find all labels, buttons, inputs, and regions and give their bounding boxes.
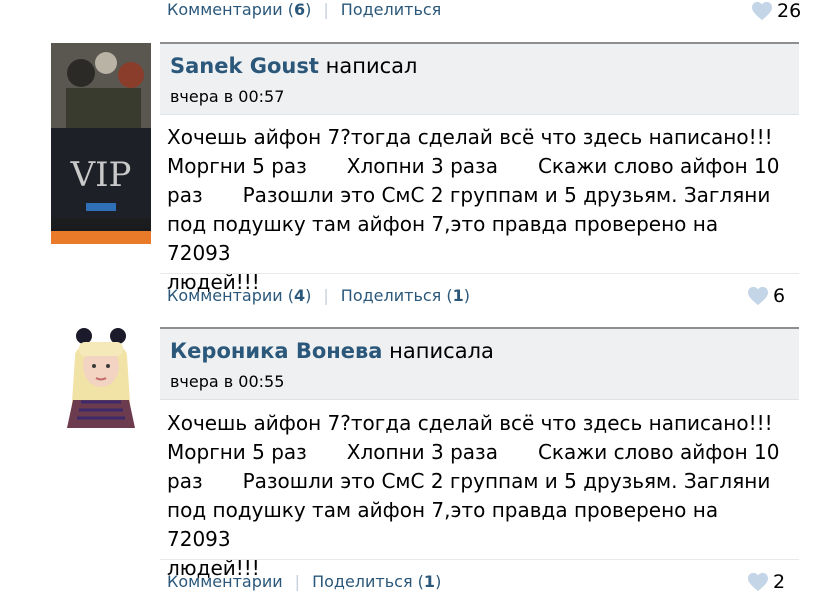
- post-date[interactable]: вчера в 00:55: [170, 372, 284, 391]
- avatar[interactable]: VIP: [51, 43, 151, 244]
- post-actions: Комментарии | Поделиться (1): [167, 572, 441, 591]
- like-count: 2: [773, 571, 786, 593]
- author-verb: написал: [325, 54, 418, 78]
- like-button[interactable]: 6: [747, 284, 785, 308]
- avatar-text: VIP: [70, 155, 132, 195]
- comments-count: 6: [294, 0, 306, 19]
- like-count: 6: [773, 285, 786, 307]
- text-line: Хочешь айфон 7?тогда сделай всё что здес…: [167, 125, 773, 149]
- text-line: Моргни 5 раз Хлопни 3 раза Скажи слово айф…: [167, 154, 780, 178]
- heart-icon: [748, 572, 768, 592]
- separator: |: [323, 286, 329, 305]
- share-count: 1: [423, 572, 436, 591]
- comments-label: Комментарии: [167, 0, 283, 19]
- post-actions-top: Комментарии (6) | Поделиться: [167, 0, 441, 19]
- like-button[interactable]: 26: [751, 0, 801, 23]
- author-name[interactable]: Sanek Goust: [170, 54, 319, 78]
- post-header: Sanek Goust написал вчера в 00:57: [160, 44, 799, 115]
- text-line: под подушку там айфон 7,это правда прове…: [167, 498, 719, 551]
- avatar[interactable]: [51, 328, 151, 428]
- author-line: Кероника Вонева написала: [170, 339, 494, 363]
- avatar-image: VIP: [51, 43, 151, 244]
- text-line: Хочешь айфон 7?тогда сделай всё что здес…: [167, 411, 773, 435]
- post-text: Хочешь айфон 7?тогда сделай всё что здес…: [167, 123, 787, 297]
- separator: |: [323, 0, 329, 19]
- author-line: Sanek Goust написал: [170, 54, 417, 78]
- post-text: Хочешь айфон 7?тогда сделай всё что здес…: [167, 409, 787, 583]
- text-line: раз Разошли это СмС 2 группам и 5 друзьям…: [167, 469, 771, 493]
- post-footer-line: [160, 273, 799, 274]
- post-footer-line: [160, 559, 799, 560]
- comments-label: Комментарии: [167, 286, 283, 305]
- comments-count: 4: [294, 286, 306, 305]
- text-line: раз Разошли это СмС 2 группам и 5 друзьям…: [167, 183, 771, 207]
- share-count: 1: [452, 286, 464, 305]
- heart-icon: [748, 286, 768, 306]
- comments-link[interactable]: Комментарии: [167, 572, 283, 591]
- heart-icon: [752, 1, 772, 21]
- separator: |: [294, 572, 301, 591]
- author-name[interactable]: Кероника Вонева: [170, 339, 382, 363]
- comments-link[interactable]: Комментарии (4): [167, 286, 311, 305]
- share-label: Поделиться: [340, 286, 442, 305]
- comments-link[interactable]: Комментарии (6): [167, 0, 311, 19]
- like-count: 26: [777, 0, 802, 22]
- post-date[interactable]: вчера в 00:57: [170, 87, 284, 106]
- post-header: Кероника Вонева написала вчера в 00:55: [160, 329, 799, 400]
- text-line: Моргни 5 раз Хлопни 3 раза Скажи слово айф…: [167, 440, 780, 464]
- post-actions: Комментарии (4) | Поделиться (1): [167, 286, 470, 305]
- like-button[interactable]: 2: [747, 570, 785, 594]
- text-line: под подушку там айфон 7,это правда прове…: [167, 212, 719, 265]
- avatar-image: [51, 328, 151, 428]
- share-link[interactable]: Поделиться (1): [312, 572, 441, 591]
- author-verb: написала: [389, 339, 494, 363]
- share-link[interactable]: Поделиться: [341, 0, 442, 19]
- share-link[interactable]: Поделиться (1): [341, 286, 470, 305]
- share-label: Поделиться: [312, 572, 413, 591]
